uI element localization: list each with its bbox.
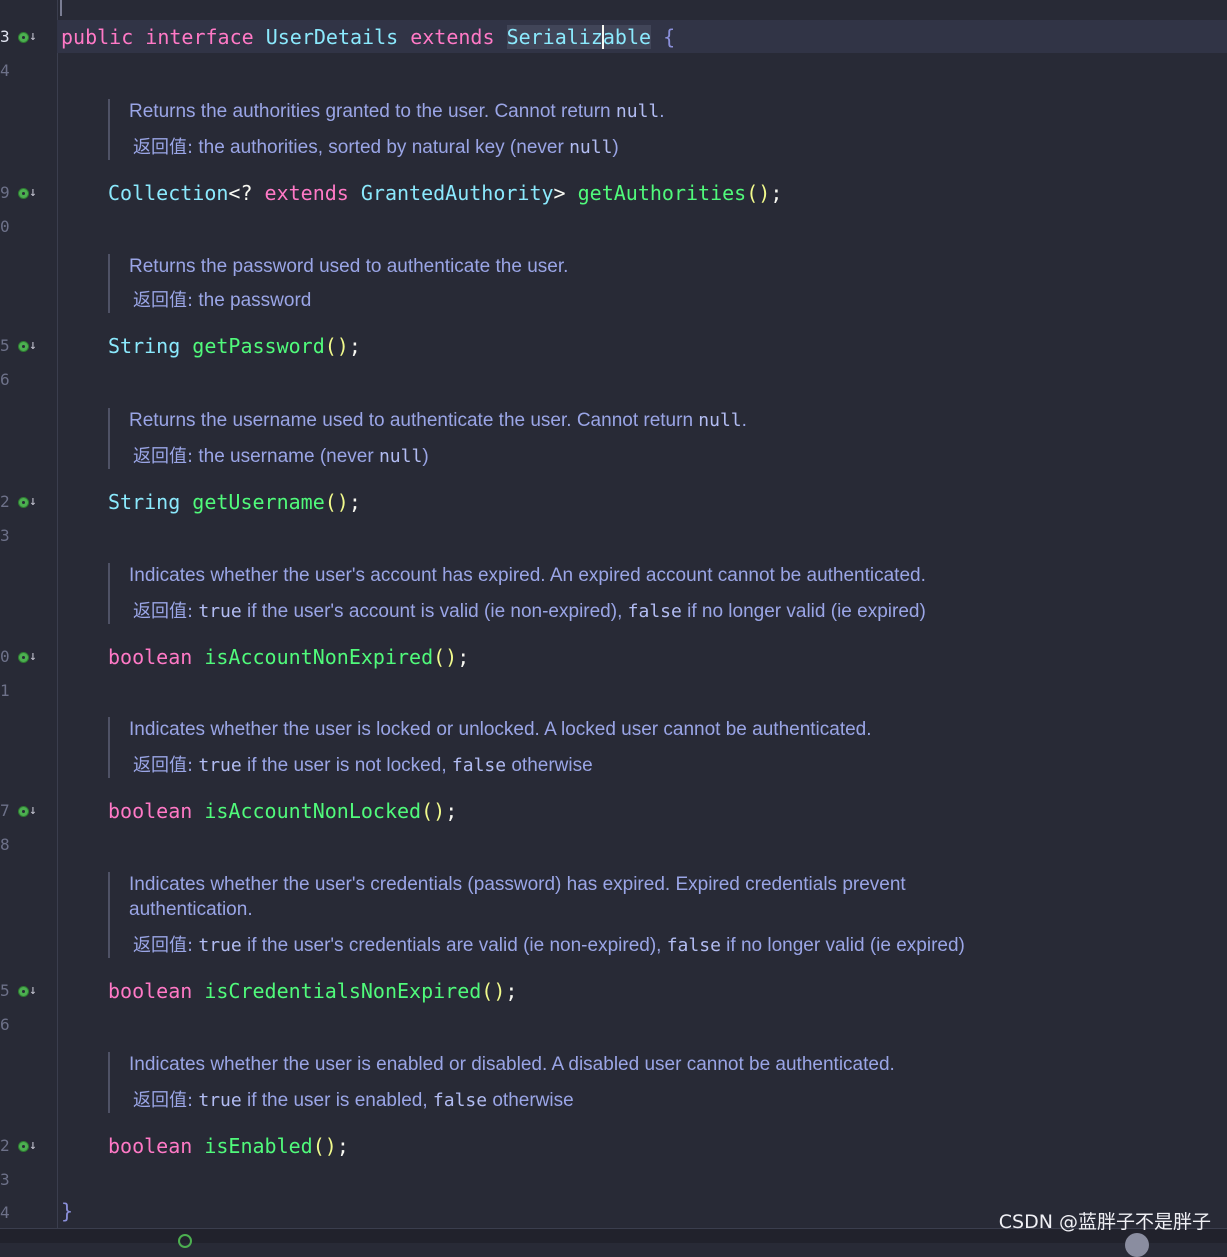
implemented-down-arrow-icon[interactable]: ↓ (18, 185, 38, 203)
line-number: 5 (0, 336, 10, 355)
line-number: 8 (0, 835, 10, 854)
implemented-down-arrow-icon[interactable]: ↓ (18, 803, 38, 821)
implemented-down-arrow-icon[interactable]: ↓ (18, 29, 38, 47)
method-declaration[interactable]: Collection<? extends GrantedAuthority> g… (108, 178, 782, 208)
javadoc-block: Returns the username used to authenticat… (108, 408, 1009, 469)
javadoc-block: Returns the password used to authenticat… (108, 254, 1009, 313)
line-number: 9 (0, 183, 10, 202)
line-number: 0 (0, 217, 10, 236)
interface-icon (178, 1234, 192, 1248)
method-declaration[interactable]: String getPassword(); (108, 331, 361, 361)
line-number: 6 (0, 1015, 10, 1034)
line-number: 3 (0, 526, 10, 545)
method-declaration[interactable]: boolean isCredentialsNonExpired(); (108, 976, 517, 1006)
javadoc-block: Indicates whether the user is locked or … (108, 717, 1129, 778)
javadoc-block: Indicates whether the user's account has… (108, 563, 1129, 624)
watermark: CSDN @蓝胖子不是胖子 (998, 1211, 1211, 1233)
method-declaration[interactable]: String getUsername(); (108, 487, 361, 517)
line-number: 3 (0, 27, 10, 46)
javadoc-block: Returns the authorities granted to the u… (108, 99, 1009, 160)
avatar (1125, 1233, 1149, 1257)
fold-guide (60, 0, 62, 16)
implemented-down-arrow-icon[interactable]: ↓ (18, 1138, 38, 1156)
line-number: 2 (0, 1136, 10, 1155)
line-number: 5 (0, 981, 10, 1000)
method-declaration[interactable]: boolean isAccountNonExpired(); (108, 642, 469, 672)
closing-brace[interactable]: } (61, 1196, 73, 1226)
implemented-down-arrow-icon[interactable]: ↓ (18, 338, 38, 356)
line-number: 1 (0, 681, 10, 700)
line-number: 6 (0, 370, 10, 389)
method-declaration[interactable]: boolean isEnabled(); (108, 1131, 349, 1161)
line-number: 7 (0, 801, 10, 820)
method-declaration[interactable]: boolean isAccountNonLocked(); (108, 796, 457, 826)
javadoc-block: Indicates whether the user's credentials… (108, 872, 1009, 958)
line-number: 2 (0, 492, 10, 511)
line-number: 4 (0, 1203, 10, 1222)
implemented-down-arrow-icon[interactable]: ↓ (18, 649, 38, 667)
line-number: 4 (0, 61, 10, 80)
implemented-down-arrow-icon[interactable]: ↓ (18, 494, 38, 512)
javadoc-block: Indicates whether the user is enabled or… (108, 1052, 1129, 1113)
implemented-down-arrow-icon[interactable]: ↓ (18, 983, 38, 1001)
line-number: 0 (0, 647, 10, 666)
line-number: 3 (0, 1170, 10, 1189)
interface-declaration[interactable]: public interface UserDetails extends Ser… (61, 22, 675, 52)
